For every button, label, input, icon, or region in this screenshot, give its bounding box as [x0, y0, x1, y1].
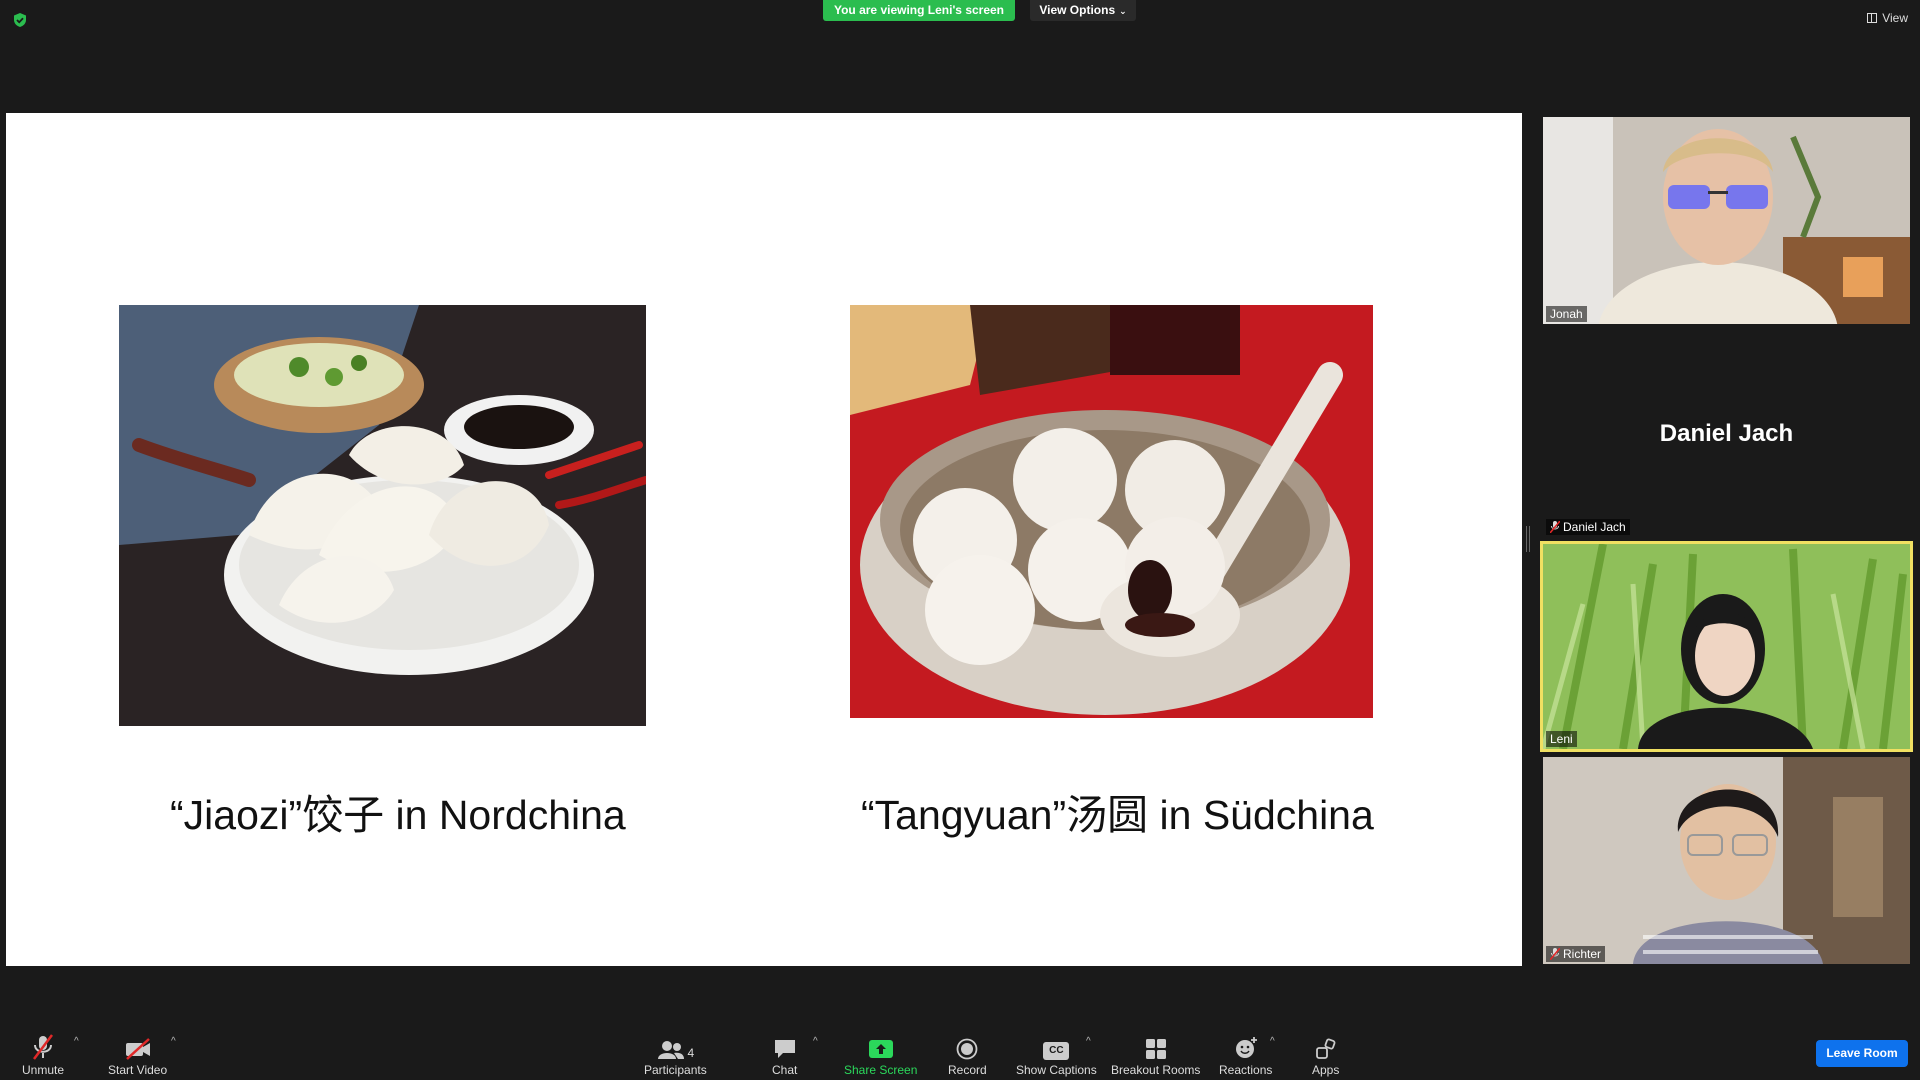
- participant-name-tag: Richter: [1546, 946, 1606, 962]
- reactions-button[interactable]: Reactions: [1219, 1032, 1272, 1077]
- panel-resize-handle[interactable]: [1526, 526, 1530, 552]
- view-label: View: [1882, 11, 1908, 25]
- security-shield-icon[interactable]: [12, 12, 28, 28]
- video-tile-daniel-jach[interactable]: Daniel Jach Daniel Jach: [1543, 334, 1910, 537]
- share-screen-button[interactable]: Share Screen: [844, 1032, 917, 1077]
- participant-name-tag: Daniel Jach: [1546, 519, 1630, 535]
- participant-name: Daniel Jach: [1563, 520, 1626, 534]
- view-options-label: View Options: [1039, 3, 1116, 17]
- video-options-chevron-icon[interactable]: ^: [171, 1036, 176, 1047]
- chevron-down-icon: ⌄: [1119, 6, 1127, 16]
- participant-name: Jonah: [1550, 307, 1583, 321]
- show-captions-button[interactable]: CC Show Captions: [1016, 1032, 1097, 1077]
- apps-label: Apps: [1312, 1063, 1340, 1077]
- chat-label: Chat: [772, 1063, 798, 1077]
- video-tile-richter[interactable]: Richter: [1543, 757, 1910, 964]
- chat-icon: [774, 1040, 795, 1058]
- jiaozi-dumplings-photo: [119, 305, 646, 726]
- show-captions-label: Show Captions: [1016, 1063, 1097, 1077]
- share-screen-label: Share Screen: [844, 1063, 918, 1077]
- share-screen-icon: [868, 1040, 893, 1058]
- unmute-button[interactable]: Unmute: [22, 1032, 64, 1077]
- mic-muted-icon: [1550, 521, 1560, 533]
- reactions-label: Reactions: [1219, 1063, 1273, 1077]
- chat-options-chevron-icon[interactable]: ^: [813, 1036, 818, 1047]
- reactions-options-chevron-icon[interactable]: ^: [1270, 1036, 1275, 1047]
- view-layout-button[interactable]: View: [1867, 11, 1908, 25]
- chat-button[interactable]: Chat: [772, 1032, 797, 1077]
- shared-screen-slide: “Jiaozi”饺子 in Nordchina “Tangyuan”汤圆 in …: [6, 113, 1522, 966]
- jonah-video-feed: [1543, 117, 1910, 324]
- participant-name-tag: Leni: [1546, 731, 1577, 747]
- captions-icon: CC: [1043, 1042, 1070, 1060]
- mic-muted-icon: [1550, 948, 1560, 960]
- participant-name: Richter: [1563, 947, 1602, 961]
- video-tile-jonah[interactable]: Jonah: [1543, 117, 1910, 324]
- breakout-rooms-label: Breakout Rooms: [1111, 1063, 1201, 1077]
- top-bar: You are viewing Leni's screen View Optio…: [0, 0, 1920, 40]
- breakout-rooms-icon: [1145, 1039, 1166, 1059]
- record-label: Record: [948, 1063, 987, 1077]
- participants-button[interactable]: 4 Participants: [644, 1032, 707, 1077]
- mic-muted-icon: [33, 1034, 54, 1060]
- participants-count: 4: [687, 1046, 695, 1060]
- audio-options-chevron-icon[interactable]: ^: [74, 1036, 79, 1047]
- layout-icon: [1867, 13, 1878, 23]
- viewing-screen-banner: You are viewing Leni's screen: [823, 0, 1015, 21]
- richter-video-feed: [1543, 757, 1910, 964]
- jiaozi-caption: “Jiaozi”饺子 in Nordchina: [170, 792, 626, 838]
- meeting-toolbar: Unmute ^ Start Video ^ 4 Participants Ch…: [0, 1012, 1920, 1080]
- participants-label: Participants: [644, 1063, 707, 1077]
- video-tile-leni-active-speaker[interactable]: Leni: [1540, 541, 1913, 752]
- record-button[interactable]: Record: [948, 1032, 987, 1077]
- view-options-button[interactable]: View Options ⌄: [1030, 0, 1136, 21]
- start-video-label: Start Video: [108, 1063, 168, 1077]
- tangyuan-caption: “Tangyuan”汤圆 in Südchina: [861, 792, 1374, 838]
- reactions-emoji-icon: [1235, 1037, 1257, 1058]
- participants-icon: [657, 1041, 684, 1059]
- participant-name-tag: Jonah: [1546, 306, 1587, 322]
- apps-button[interactable]: Apps: [1312, 1032, 1339, 1077]
- record-icon: [956, 1038, 978, 1060]
- leave-room-button[interactable]: Leave Room: [1816, 1040, 1908, 1067]
- unmute-label: Unmute: [22, 1063, 65, 1077]
- leni-video-feed: [1543, 544, 1910, 749]
- start-video-button[interactable]: Start Video: [108, 1032, 167, 1077]
- captions-options-chevron-icon[interactable]: ^: [1086, 1036, 1091, 1047]
- video-off-icon: [125, 1038, 150, 1060]
- tangyuan-rice-balls-photo: [850, 305, 1373, 718]
- apps-icon: [1315, 1038, 1336, 1059]
- participant-name: Leni: [1550, 732, 1573, 746]
- participant-display-name: Daniel Jach: [1659, 420, 1794, 447]
- breakout-rooms-button[interactable]: Breakout Rooms: [1111, 1032, 1200, 1077]
